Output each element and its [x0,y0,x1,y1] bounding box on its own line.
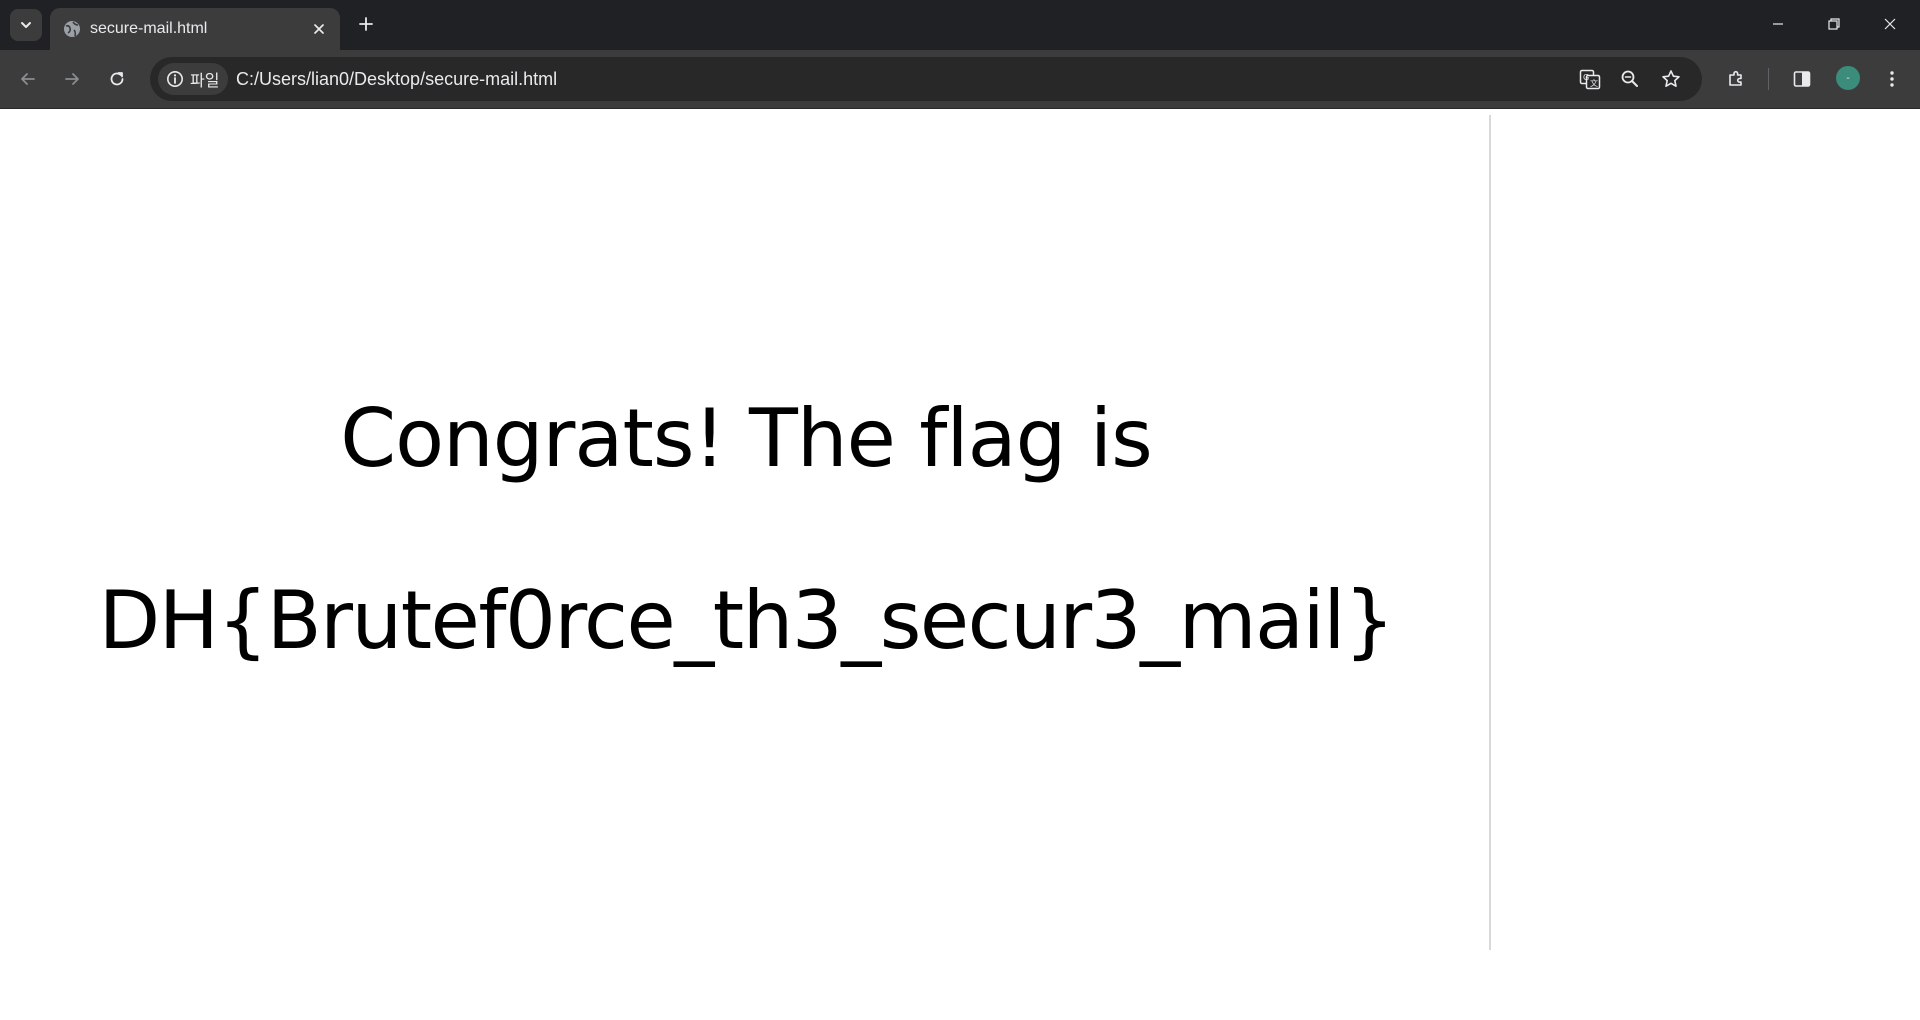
svg-text:文: 文 [1590,78,1598,88]
more-vert-icon [1882,69,1902,89]
menu-button[interactable] [1876,63,1908,95]
back-button[interactable] [12,63,44,95]
avatar[interactable]: - [1836,66,1860,90]
arrow-right-icon [63,70,81,88]
page-divider [1489,115,1491,950]
tab-strip: secure-mail.html [0,0,1920,50]
arrow-left-icon [19,70,37,88]
restore-button[interactable] [1806,0,1862,48]
extensions-button[interactable] [1720,63,1752,95]
chevron-down-icon [19,18,33,32]
url-text[interactable]: C:/Users/lian0/Desktop/secure-mail.html [236,68,557,90]
minimize-icon [1771,17,1785,31]
address-bar[interactable]: 파일 C:/Users/lian0/Desktop/secure-mail.ht… [150,57,1702,101]
new-tab-button[interactable] [352,10,380,38]
puzzle-icon [1726,69,1746,89]
tab-search-button[interactable] [10,9,42,41]
plus-icon [358,16,374,32]
window-close-button[interactable] [1862,0,1918,48]
reload-icon [108,70,126,88]
restore-icon [1827,17,1841,31]
svg-text:G: G [1583,73,1589,82]
page-content: Congrats! The flag is DH{Brutef0rce_th3_… [0,109,1920,1020]
globe-icon [63,20,81,38]
side-panel-icon [1792,69,1812,89]
tab-active[interactable]: secure-mail.html [50,8,340,50]
star-icon [1661,69,1681,89]
forward-button[interactable] [56,63,88,95]
minimize-button[interactable] [1750,0,1806,48]
reload-button[interactable] [101,63,133,95]
site-info-button[interactable]: 파일 [158,63,229,95]
translate-icon: G 文 [1579,68,1601,90]
translate-button[interactable]: G 文 [1576,65,1604,93]
congrats-message: Congrats! The flag is [340,392,1153,485]
tab-title: secure-mail.html [90,20,208,37]
site-info-label: 파일 [190,73,220,90]
zoom-out-icon [1620,69,1640,89]
toolbar: 파일 C:/Users/lian0/Desktop/secure-mail.ht… [0,50,1920,109]
browser-window: secure-mail.html 파일 C:/Users/lian0/Deskt… [0,0,1920,1020]
toolbar-divider [1768,68,1769,90]
close-icon[interactable] [308,18,330,40]
zoom-button[interactable] [1616,65,1644,93]
close-icon [1883,17,1897,31]
bookmark-button[interactable] [1657,65,1685,93]
avatar-text: - [1846,72,1850,84]
side-panel-button[interactable] [1786,63,1818,95]
info-icon [166,70,184,88]
flag-text: DH{Brutef0rce_th3_secur3_mail} [98,574,1395,667]
